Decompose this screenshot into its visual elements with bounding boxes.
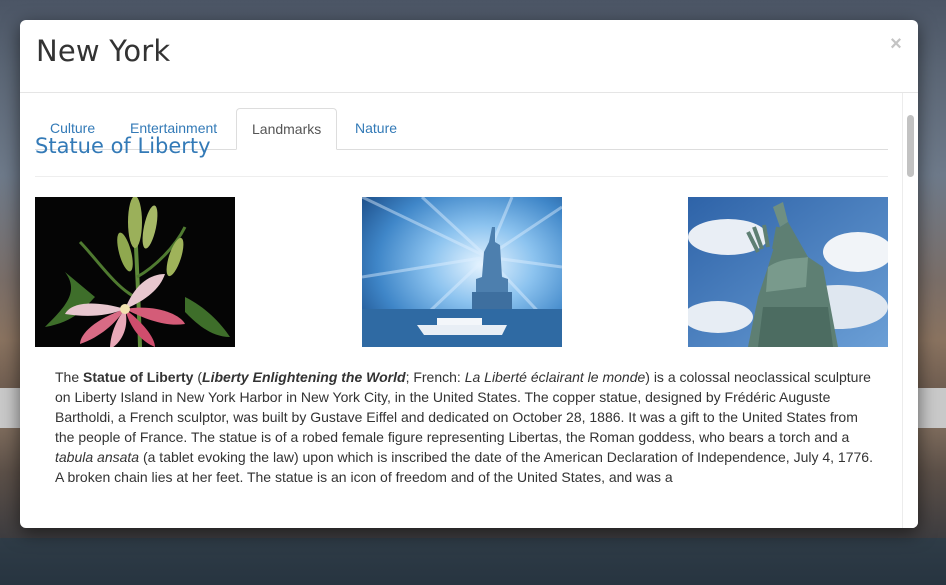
modal-title: New York [36, 34, 171, 68]
modal-header: New York × [20, 20, 918, 93]
close-button[interactable]: × [889, 34, 903, 54]
article-description: The Statue of Liberty (Liberty Enlighten… [55, 369, 873, 485]
modal-dialog: New York × Culture Entertainment Landmar… [20, 20, 918, 528]
background-water [0, 538, 946, 585]
modal-scrollbar[interactable] [902, 93, 918, 528]
lily-flower-photo [35, 197, 235, 347]
section-title: Statue of Liberty [35, 134, 211, 158]
statue-sky-photo [688, 197, 888, 347]
tab-nature[interactable]: Nature [340, 108, 412, 149]
title-divider [35, 176, 888, 177]
tab-landmarks[interactable]: Landmarks [236, 108, 338, 150]
scrollbar-thumb[interactable] [907, 115, 914, 177]
modal-body[interactable]: Culture Entertainment Landmarks Nature S… [20, 93, 902, 528]
statue-light-rays-photo [362, 197, 562, 347]
